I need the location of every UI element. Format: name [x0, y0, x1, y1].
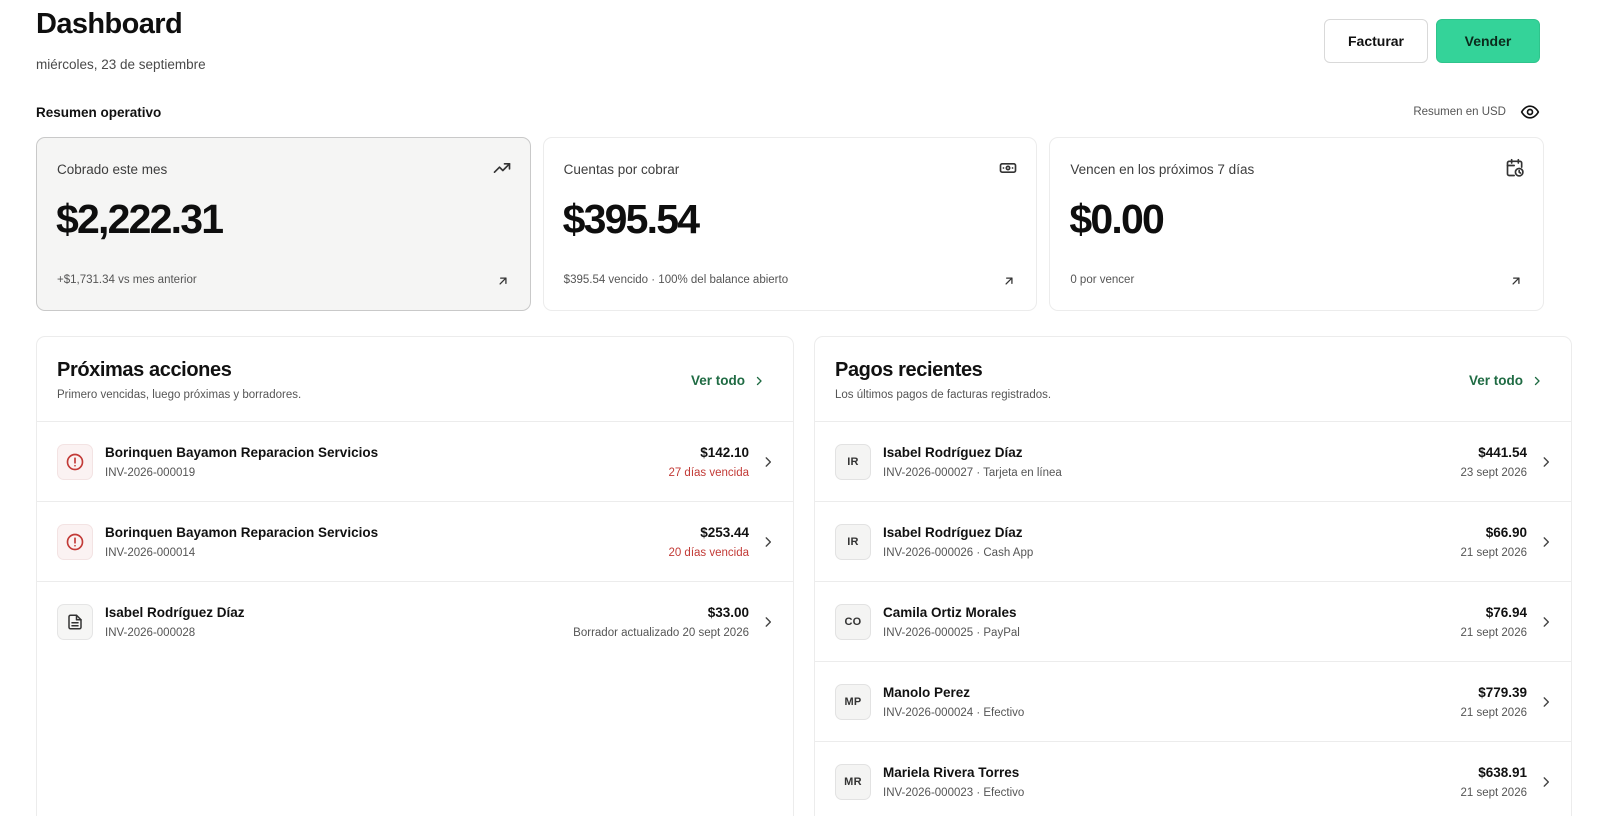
- invoice-amount: $33.00: [707, 605, 749, 620]
- panel-header: Próximas acciones Primero vencidas, lueg…: [37, 337, 793, 422]
- kpi-cards: Cobrado este mes $2,222.31 +$1,731.34 vs…: [36, 137, 1545, 311]
- document-icon: [57, 604, 93, 640]
- payment-amount: $66.90: [1485, 525, 1527, 540]
- recent-payments-panel: Pagos recientes Los últimos pagos de fac…: [814, 336, 1572, 816]
- client-name: Mariela Rivera Torres: [883, 765, 1020, 780]
- payment-date: 21 sept 2026: [1460, 547, 1527, 559]
- panel-subtitle: Primero vencidas, luego próximas y borra…: [57, 389, 302, 401]
- arrow-up-right-icon[interactable]: [496, 274, 510, 288]
- currency-toggle[interactable]: Resumen en USD: [1413, 102, 1540, 122]
- chevron-right-icon: [765, 617, 772, 627]
- kpi-card-collected[interactable]: Cobrado este mes $2,222.31 +$1,731.34 vs…: [36, 137, 531, 311]
- calendar-clock-icon: [1505, 158, 1525, 178]
- panel-subtitle: Los últimos pagos de facturas registrado…: [835, 389, 1052, 401]
- invoice-number: INV-2026-000014: [105, 547, 196, 559]
- avatar: MP: [835, 684, 871, 720]
- arrow-up-right-icon[interactable]: [1509, 274, 1523, 288]
- payment-detail: INV-2026-000025 · PayPal: [883, 627, 1020, 639]
- chevron-right-icon: [765, 537, 772, 547]
- kpi-card-receivable[interactable]: Cuentas por cobrar $395.54 $395.54 venci…: [542, 137, 1038, 311]
- kpi-card-due-soon[interactable]: Vencen en los próximos 7 días $0.00 0 po…: [1049, 137, 1545, 311]
- list-item[interactable]: Borinquen Bayamon Reparacion Servicios I…: [37, 502, 793, 582]
- client-name: Camila Ortiz Morales: [883, 605, 1017, 620]
- page-header: Dashboard miércoles, 23 de septiembre Fa…: [36, 0, 1540, 90]
- list-item[interactable]: Borinquen Bayamon Reparacion Servicios I…: [37, 422, 793, 502]
- avatar: CO: [835, 604, 871, 640]
- payment-row[interactable]: MP Manolo Perez INV-2026-000024 · Efecti…: [815, 662, 1571, 742]
- chevron-right-icon: [1543, 697, 1550, 707]
- page-title: Dashboard: [36, 8, 183, 40]
- see-all-link[interactable]: Ver todo: [1469, 373, 1543, 388]
- card-label: Cobrado este mes: [57, 162, 168, 177]
- see-all-label: Ver todo: [690, 373, 745, 388]
- panel-header: Pagos recientes Los últimos pagos de fac…: [815, 337, 1571, 422]
- payment-detail: INV-2026-000026 · Cash App: [883, 547, 1034, 559]
- payment-date: 21 sept 2026: [1460, 707, 1527, 719]
- invoice-status: 27 días vencida: [668, 467, 749, 479]
- chevron-right-icon: [1543, 457, 1550, 467]
- client-name: Manolo Perez: [883, 685, 971, 700]
- card-footer: $395.54 vencido · 100% del balance abier…: [563, 274, 789, 286]
- payment-amount: $76.94: [1485, 605, 1527, 620]
- eye-icon[interactable]: [1520, 102, 1540, 122]
- facturar-button[interactable]: Facturar: [1324, 19, 1428, 63]
- payment-amount: $638.91: [1478, 765, 1527, 780]
- payment-amount: $441.54: [1478, 445, 1527, 460]
- card-label: Cuentas por cobrar: [563, 162, 680, 177]
- card-value: $0.00: [1069, 196, 1164, 242]
- overview-header: Resumen operativo Resumen en USD: [36, 100, 1540, 124]
- chevron-right-icon: [756, 376, 762, 385]
- panel-title: Pagos recientes: [835, 359, 983, 381]
- banknote-icon: [998, 158, 1018, 178]
- see-all-link[interactable]: Ver todo: [691, 373, 765, 388]
- client-name: Borinquen Bayamon Reparacion Servicios: [105, 525, 379, 540]
- invoice-status: Borrador actualizado 20 sept 2026: [573, 627, 749, 639]
- payment-date: 23 sept 2026: [1460, 467, 1527, 479]
- invoice-status: 20 días vencida: [668, 547, 749, 559]
- card-footer: 0 por vencer: [1070, 274, 1135, 286]
- payment-date: 21 sept 2026: [1460, 787, 1527, 799]
- payment-row[interactable]: IR Isabel Rodríguez Díaz INV-2026-000027…: [815, 422, 1571, 502]
- invoice-number: INV-2026-000028: [105, 627, 196, 639]
- client-name: Borinquen Bayamon Reparacion Servicios: [105, 445, 379, 460]
- chevron-right-icon: [1534, 376, 1540, 385]
- invoice-amount: $253.44: [700, 525, 749, 540]
- payment-detail: INV-2026-000024 · Efectivo: [883, 707, 1025, 719]
- payment-row[interactable]: MR Mariela Rivera Torres INV-2026-000023…: [815, 742, 1571, 816]
- overview-title: Resumen operativo: [36, 104, 162, 120]
- card-label: Vencen en los próximos 7 días: [1070, 162, 1255, 177]
- alert-circle-icon: [57, 524, 93, 560]
- list-item[interactable]: Isabel Rodríguez Díaz INV-2026-000028 $3…: [37, 582, 793, 662]
- card-footer: +$1,731.34 vs mes anterior: [57, 274, 197, 286]
- alert-circle-icon: [57, 444, 93, 480]
- payment-row[interactable]: IR Isabel Rodríguez Díaz INV-2026-000026…: [815, 502, 1571, 582]
- next-actions-panel: Próximas acciones Primero vencidas, lueg…: [36, 336, 794, 816]
- chevron-right-icon: [1543, 537, 1550, 547]
- client-name: Isabel Rodríguez Díaz: [883, 445, 1023, 460]
- invoice-number: INV-2026-000019: [105, 467, 196, 479]
- card-value: $395.54: [562, 196, 700, 242]
- invoice-amount: $142.10: [700, 445, 749, 460]
- avatar: MR: [835, 764, 871, 800]
- payment-detail: INV-2026-000023 · Efectivo: [883, 787, 1025, 799]
- payment-row[interactable]: CO Camila Ortiz Morales INV-2026-000025 …: [815, 582, 1571, 662]
- currency-label: Resumen en USD: [1413, 106, 1506, 118]
- avatar: IR: [835, 444, 871, 480]
- vender-button[interactable]: Vender: [1436, 19, 1540, 63]
- payment-detail: INV-2026-000027 · Tarjeta en línea: [883, 467, 1062, 479]
- payment-date: 21 sept 2026: [1460, 627, 1527, 639]
- chevron-right-icon: [765, 457, 772, 467]
- arrow-up-right-icon[interactable]: [1002, 274, 1016, 288]
- panel-title: Próximas acciones: [57, 359, 232, 381]
- chevron-right-icon: [1543, 617, 1550, 627]
- trending-up-icon: [492, 158, 512, 178]
- avatar: IR: [835, 524, 871, 560]
- page-date: miércoles, 23 de septiembre: [36, 57, 206, 72]
- client-name: Isabel Rodríguez Díaz: [883, 525, 1023, 540]
- client-name: Isabel Rodríguez Díaz: [105, 605, 245, 620]
- chevron-right-icon: [1543, 777, 1550, 787]
- payment-amount: $779.39: [1478, 685, 1527, 700]
- see-all-label: Ver todo: [1468, 373, 1523, 388]
- card-value: $2,222.31: [56, 196, 224, 242]
